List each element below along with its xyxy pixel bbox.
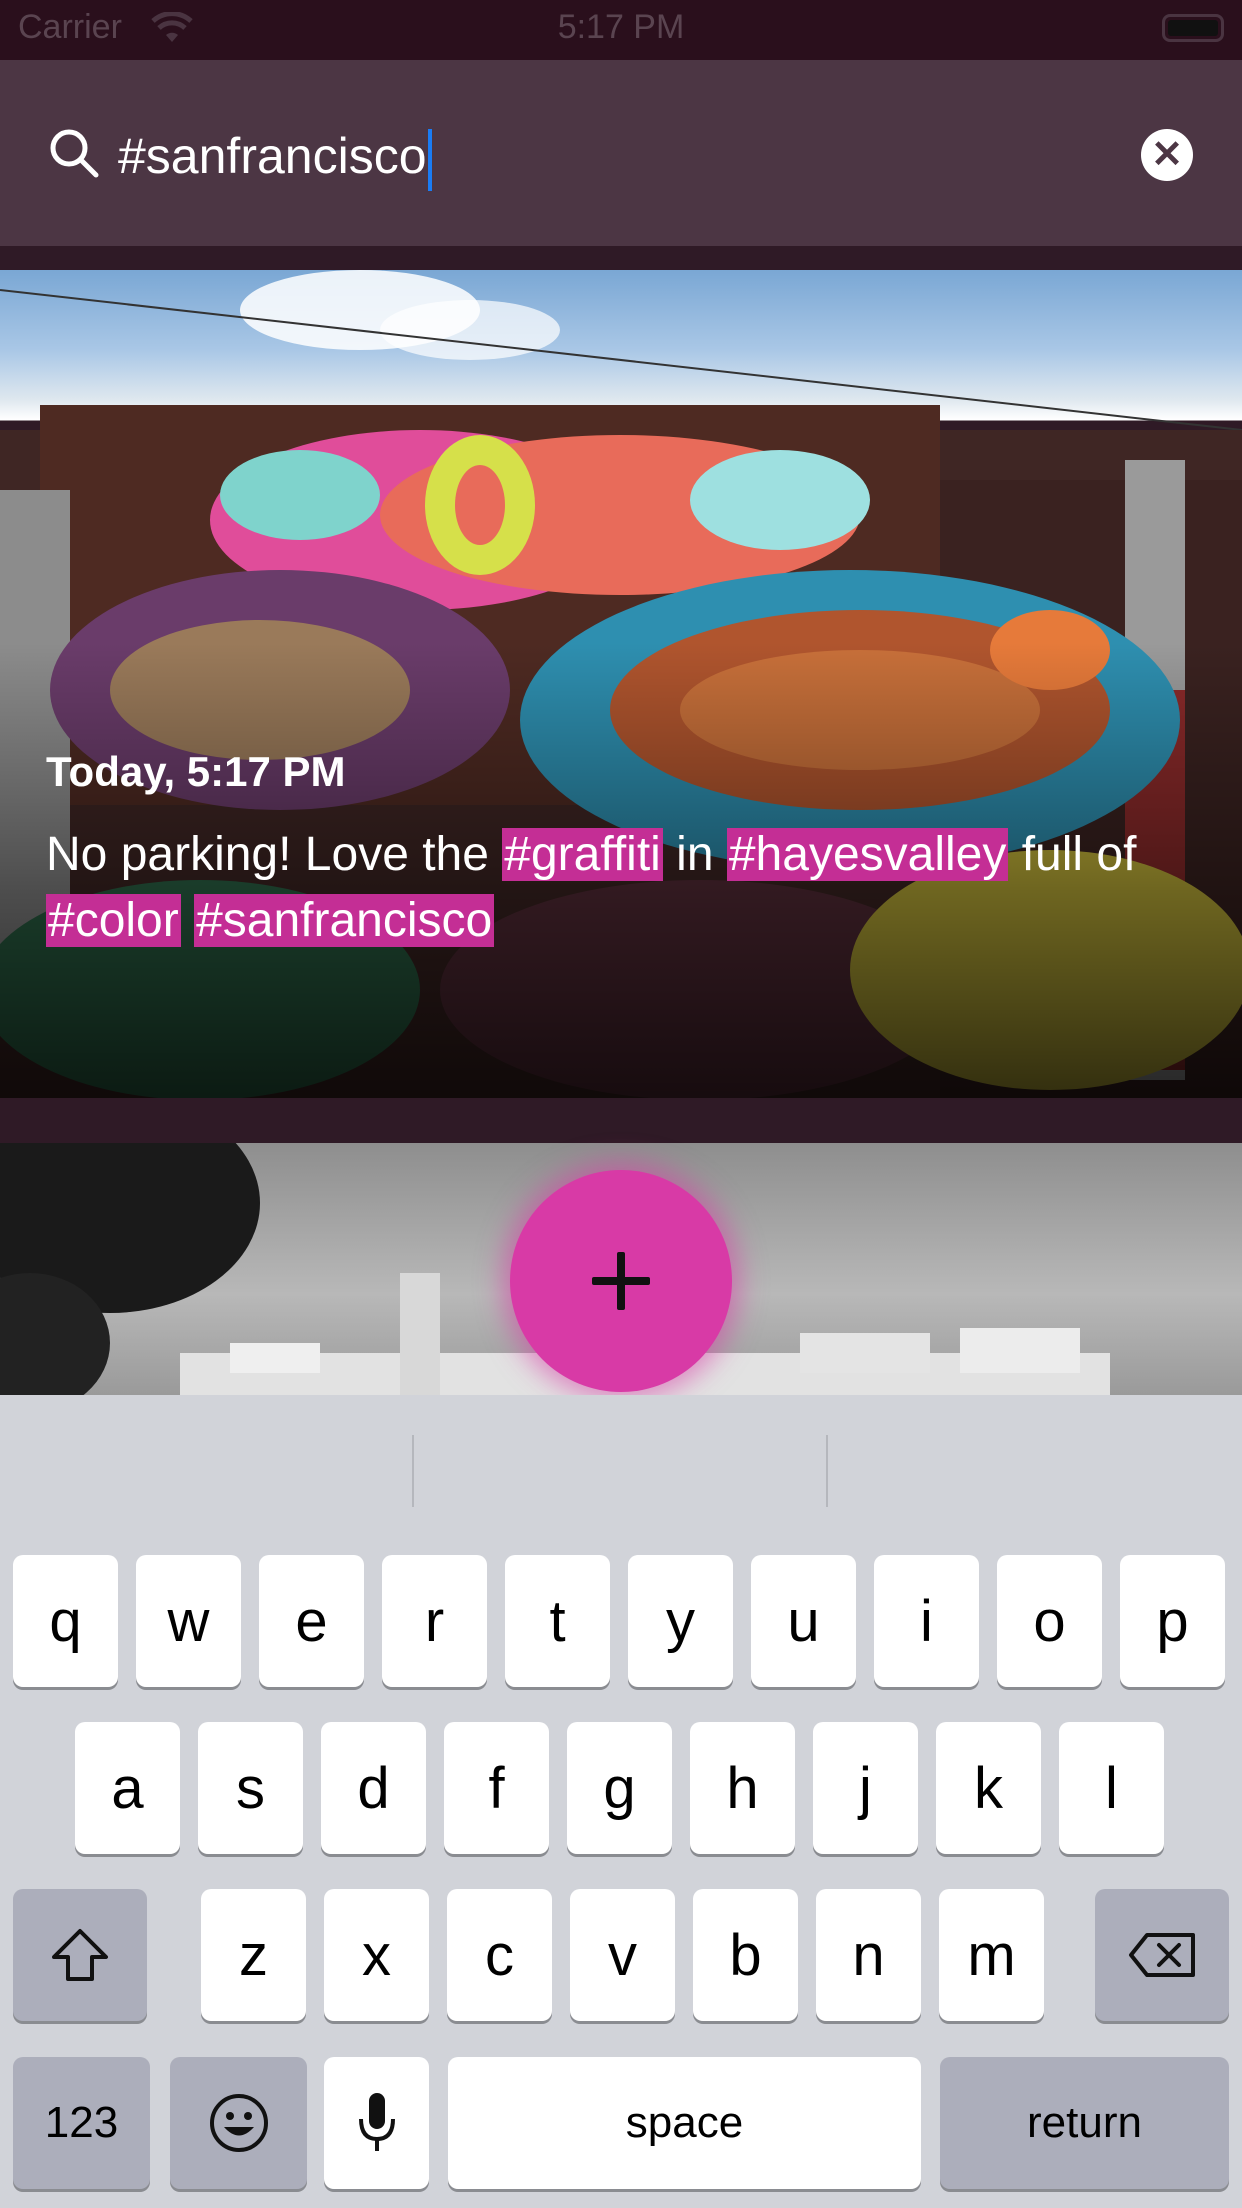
delete-key[interactable] [1095,1889,1229,2021]
key-r[interactable]: r [382,1555,487,1687]
suggestion-divider [826,1435,828,1507]
caption-text: in [662,828,727,881]
key-k[interactable]: k [936,1722,1041,1854]
backspace-icon [1129,1933,1195,1977]
key-o[interactable]: o [997,1555,1102,1687]
key-d[interactable]: d [321,1722,426,1854]
caption-text: full of [1008,828,1137,881]
key-q[interactable]: q [13,1555,118,1687]
key-c[interactable]: c [447,1889,552,2021]
battery-icon [1162,14,1224,42]
key-x[interactable]: x [324,1889,429,2021]
clear-search-button[interactable]: ✕ [1141,129,1193,181]
key-j[interactable]: j [813,1722,918,1854]
key-t[interactable]: t [505,1555,610,1687]
key-s[interactable]: s [198,1722,303,1854]
caption-text [181,894,194,947]
post-caption: No parking! Love the #graffiti in #hayes… [46,822,1206,954]
add-post-button[interactable] [510,1170,732,1392]
return-key[interactable]: return [940,2057,1229,2189]
close-icon: ✕ [1151,134,1183,176]
key-i[interactable]: i [874,1555,979,1687]
key-g[interactable]: g [567,1722,672,1854]
key-l[interactable]: l [1059,1722,1164,1854]
emoji-icon [209,2094,268,2152]
clock: 5:17 PM [557,8,685,46]
post-card[interactable]: Today, 5:17 PM No parking! Love the #gra… [0,270,1242,1098]
search-icon [48,127,100,184]
key-n[interactable]: n [816,1889,921,2021]
hashtag-graffiti[interactable]: #graffiti [502,828,663,881]
key-v[interactable]: v [570,1889,675,2021]
dictation-key[interactable] [324,2057,429,2189]
key-a[interactable]: a [75,1722,180,1854]
space-key[interactable]: space [448,2057,921,2189]
text-caret [427,128,432,191]
shift-icon [52,1929,108,1981]
search-bar: #sanfrancisco ✕ [0,60,1242,246]
key-u[interactable]: u [751,1555,856,1687]
key-z[interactable]: z [201,1889,306,2021]
post-date: Today, 5:17 PM [46,748,346,795]
caption-text: No parking! Love the [46,828,503,881]
key-m[interactable]: m [939,1889,1044,2021]
key-w[interactable]: w [136,1555,241,1687]
suggestion-divider [412,1435,414,1507]
status-bar: Carrier 5:17 PM [0,0,1242,60]
shift-key[interactable] [13,1889,147,2021]
key-y[interactable]: y [628,1555,733,1687]
key-b[interactable]: b [693,1889,798,2021]
numbers-key[interactable]: 123 [13,2057,150,2189]
search-query: #sanfrancisco [118,128,427,184]
search-input[interactable]: #sanfrancisco [118,116,1118,196]
key-h[interactable]: h [690,1722,795,1854]
hashtag-color[interactable]: #color [46,894,181,947]
key-e[interactable]: e [259,1555,364,1687]
key-f[interactable]: f [444,1722,549,1854]
keyboard: qwertyuiop asdfghjkl zxcvbnm 123 space r… [0,1395,1242,2208]
emoji-key[interactable] [170,2057,307,2189]
hashtag-hayesvalley[interactable]: #hayesvalley [726,828,1009,881]
graffiti-photo [0,270,1242,1098]
hashtag-sanfrancisco[interactable]: #sanfrancisco [194,894,495,947]
microphone-icon [358,2093,395,2151]
key-p[interactable]: p [1120,1555,1225,1687]
